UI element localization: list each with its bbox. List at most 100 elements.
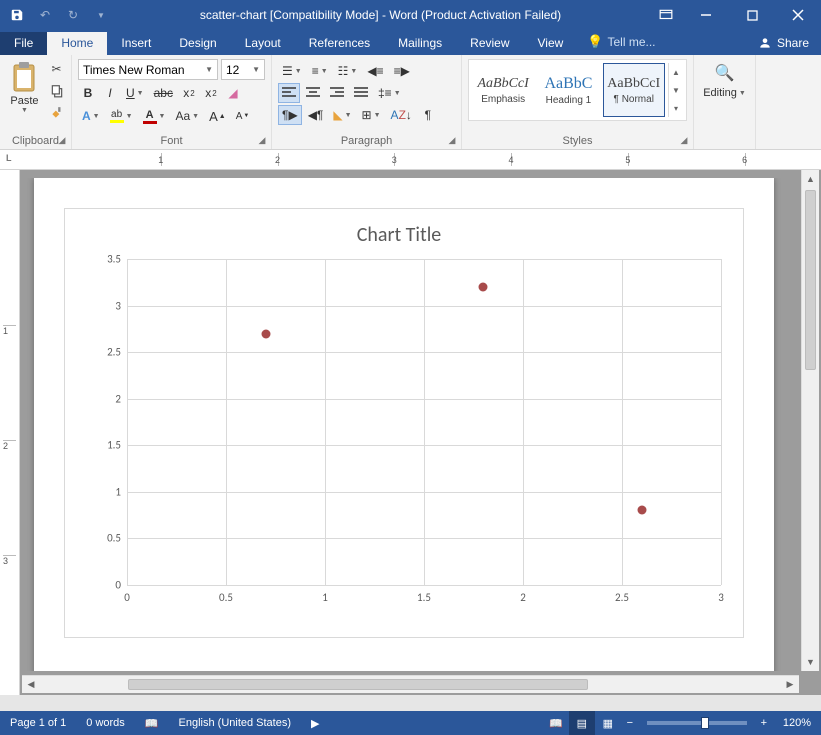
style-heading-1[interactable]: AaBbC Heading 1 xyxy=(537,63,599,117)
horizontal-ruler[interactable]: L 123456 xyxy=(0,150,821,170)
minimize-button[interactable] xyxy=(683,0,729,30)
decrease-indent-button[interactable]: ◀≡ xyxy=(363,61,387,81)
scroll-thumb-horizontal[interactable] xyxy=(128,679,588,690)
rtl-button[interactable]: ◀¶ xyxy=(304,105,328,125)
multilevel-list-button[interactable]: ☷▼ xyxy=(334,61,362,81)
tab-mailings[interactable]: Mailings xyxy=(384,32,456,55)
grow-font-button[interactable]: A▲ xyxy=(205,106,230,126)
paragraph-launcher-icon[interactable]: ◢ xyxy=(446,134,458,146)
zoom-slider[interactable] xyxy=(647,721,747,725)
tab-layout[interactable]: Layout xyxy=(231,32,295,55)
numbering-button[interactable]: ≡▼ xyxy=(308,61,332,81)
tab-view[interactable]: View xyxy=(524,32,578,55)
view-read-mode[interactable]: 📖 xyxy=(543,711,569,735)
style-normal[interactable]: AaBbCcI ¶ Normal xyxy=(603,63,665,117)
redo-icon[interactable]: ↻ xyxy=(62,4,84,26)
show-marks-button[interactable]: ¶ xyxy=(418,105,438,125)
tab-review[interactable]: Review xyxy=(456,32,523,55)
zoom-level[interactable]: 120% xyxy=(773,711,821,735)
vertical-ruler[interactable]: 123 xyxy=(0,170,20,695)
strikethrough-button[interactable]: abc xyxy=(150,83,177,103)
shrink-font-button[interactable]: A▼ xyxy=(232,106,254,126)
bullets-button[interactable]: ☰▼ xyxy=(278,61,306,81)
ribbon-display-options-icon[interactable] xyxy=(649,0,683,30)
save-icon[interactable] xyxy=(6,4,28,26)
format-painter-button[interactable] xyxy=(47,103,67,123)
shading-button[interactable]: ◣▼ xyxy=(329,105,355,125)
maximize-button[interactable] xyxy=(729,0,775,30)
sort-button[interactable]: AZ↓ xyxy=(387,105,416,125)
align-right-button[interactable] xyxy=(326,83,348,103)
ltr-button[interactable]: ¶▶ xyxy=(278,105,302,125)
tab-home[interactable]: Home xyxy=(47,32,107,55)
justify-button[interactable] xyxy=(350,83,372,103)
styles-expand[interactable]: ▾ xyxy=(669,99,683,117)
status-words[interactable]: 0 words xyxy=(76,711,135,735)
align-center-button[interactable] xyxy=(302,83,324,103)
font-size-combo[interactable]: 12▼ xyxy=(221,59,265,80)
group-editing: 🔍 Editing▼ xyxy=(694,55,756,149)
chart-object[interactable]: Chart Title 00.511.522.533.500.511.522.5… xyxy=(64,208,744,638)
line-spacing-button[interactable]: ‡≡▼ xyxy=(374,83,405,103)
styles-scroll-down[interactable]: ▼ xyxy=(669,81,683,99)
align-left-button[interactable] xyxy=(278,83,300,103)
undo-icon[interactable]: ↶ xyxy=(34,4,56,26)
tab-design[interactable]: Design xyxy=(165,32,230,55)
style-emphasis[interactable]: AaBbCcI Emphasis xyxy=(472,63,534,117)
underline-button[interactable]: U▼ xyxy=(122,83,148,103)
font-name-combo[interactable]: Times New Roman▼ xyxy=(78,59,218,80)
zoom-out-button[interactable]: − xyxy=(621,717,639,729)
styles-scroll: ▲ ▼ ▾ xyxy=(668,63,683,117)
status-language[interactable]: English (United States) xyxy=(169,711,302,735)
status-macro[interactable]: ▶ xyxy=(301,711,329,735)
view-web-layout[interactable]: ▦ xyxy=(595,711,621,735)
styles-scroll-up[interactable]: ▲ xyxy=(669,63,683,81)
zoom-slider-knob[interactable] xyxy=(701,717,709,729)
scroll-up-button[interactable]: ▲ xyxy=(802,170,819,188)
ltr-icon: ¶▶ xyxy=(282,108,298,122)
subscript-button[interactable]: x2 xyxy=(179,83,199,103)
copy-button[interactable] xyxy=(47,81,67,101)
chart-plot-area: 00.511.522.533.500.511.522.53 xyxy=(127,259,721,585)
borders-button[interactable]: ⊞▼ xyxy=(358,105,385,125)
document-area: 123 Chart Title 00.511.522.533.500.511.5… xyxy=(0,170,821,695)
tab-references[interactable]: References xyxy=(295,32,384,55)
paste-button[interactable]: Paste ▼ xyxy=(5,59,45,123)
highlight-button[interactable]: ab▼ xyxy=(106,106,137,126)
scroll-down-button[interactable]: ▼ xyxy=(802,653,819,671)
horizontal-scrollbar[interactable]: ◀ ▶ xyxy=(22,675,799,693)
scroll-right-button[interactable]: ▶ xyxy=(781,676,799,693)
bold-button[interactable]: B xyxy=(78,83,98,103)
close-button[interactable] xyxy=(775,0,821,30)
data-point[interactable] xyxy=(637,506,646,515)
font-color-button[interactable]: A▼ xyxy=(139,106,170,126)
tab-insert[interactable]: Insert xyxy=(107,32,165,55)
document-page[interactable]: Chart Title 00.511.522.533.500.511.522.5… xyxy=(34,178,774,671)
view-print-layout[interactable]: ▤ xyxy=(569,711,595,735)
share-button[interactable]: Share xyxy=(746,36,821,55)
clear-formatting-button[interactable]: ◢ xyxy=(223,83,243,103)
superscript-button[interactable]: x2 xyxy=(201,83,221,103)
vertical-scrollbar[interactable]: ▲ ▼ xyxy=(801,170,819,671)
scroll-thumb-vertical[interactable] xyxy=(805,190,816,370)
data-point[interactable] xyxy=(479,282,488,291)
qat-customize-icon[interactable]: ▼ xyxy=(90,4,112,26)
styles-launcher-icon[interactable]: ◢ xyxy=(678,134,690,146)
font-name-value: Times New Roman xyxy=(83,63,185,77)
text-effects-button[interactable]: A▼ xyxy=(78,106,104,126)
tab-file[interactable]: File xyxy=(0,32,47,55)
font-launcher-icon[interactable]: ◢ xyxy=(256,134,268,146)
tell-me-search[interactable]: 💡 Tell me... xyxy=(577,34,665,55)
increase-indent-button[interactable]: ≡▶ xyxy=(390,61,414,81)
cut-button[interactable]: ✂ xyxy=(47,59,67,79)
editing-menu-button[interactable]: 🔍 Editing▼ xyxy=(703,59,746,99)
change-case-button[interactable]: Aa▼ xyxy=(171,106,203,126)
zoom-in-button[interactable]: + xyxy=(755,717,773,729)
scroll-left-button[interactable]: ◀ xyxy=(22,676,40,693)
clipboard-launcher-icon[interactable]: ◢ xyxy=(56,134,68,146)
italic-button[interactable]: I xyxy=(100,83,120,103)
page-viewport: Chart Title 00.511.522.533.500.511.522.5… xyxy=(22,178,799,671)
data-point[interactable] xyxy=(261,329,270,338)
status-page[interactable]: Page 1 of 1 xyxy=(0,711,76,735)
status-spellcheck[interactable]: 📖 xyxy=(135,711,169,735)
